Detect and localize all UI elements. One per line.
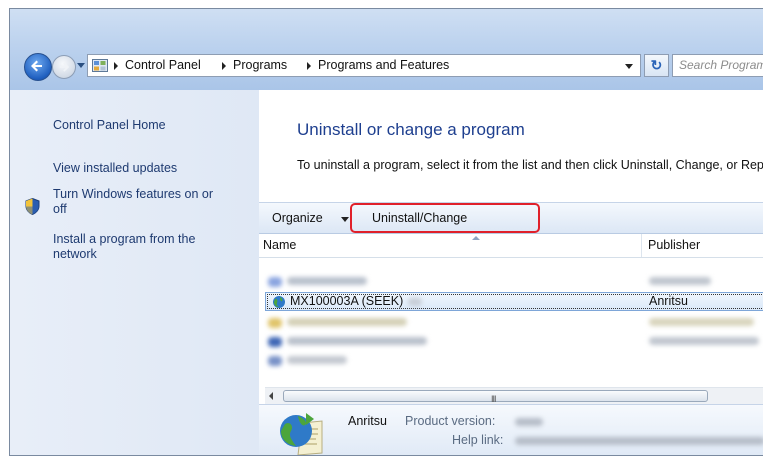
back-arrow-icon bbox=[31, 60, 42, 72]
uac-shield-icon bbox=[25, 198, 40, 215]
page-title: Uninstall or change a program bbox=[297, 120, 525, 139]
program-name bbox=[287, 337, 427, 345]
product-version-label: Product version: bbox=[405, 414, 496, 428]
breadcrumb-separator-icon[interactable] bbox=[307, 62, 311, 70]
forward-arrow-icon bbox=[59, 62, 70, 72]
install-from-network-line1: Install a program from the bbox=[53, 232, 196, 246]
organize-dropdown-icon[interactable] bbox=[341, 217, 349, 222]
install-from-network-link[interactable]: Install a program from the network bbox=[53, 232, 195, 262]
main-content: Uninstall or change a program To uninsta… bbox=[259, 90, 763, 455]
breadcrumb-programs-and-features[interactable]: Programs and Features bbox=[318, 58, 449, 72]
column-header-publisher[interactable]: Publisher bbox=[648, 238, 700, 252]
page-description: To uninstall a program, select it from t… bbox=[297, 158, 763, 172]
list-item[interactable] bbox=[259, 350, 763, 369]
window-chrome: Control Panel Programs Programs and Feat… bbox=[10, 9, 763, 90]
program-icon bbox=[268, 318, 282, 328]
address-dropdown-icon[interactable] bbox=[625, 64, 633, 69]
globe-program-icon bbox=[273, 296, 285, 308]
program-publisher bbox=[649, 337, 759, 345]
program-version bbox=[408, 298, 422, 306]
sort-ascending-icon bbox=[472, 236, 480, 240]
highlight-box bbox=[350, 203, 540, 233]
column-divider[interactable] bbox=[641, 234, 642, 257]
breadcrumb-separator-icon[interactable] bbox=[222, 62, 226, 70]
program-name bbox=[287, 277, 367, 285]
windows-features-link[interactable]: Turn Windows features on or off bbox=[53, 187, 213, 217]
breadcrumb-control-panel[interactable]: Control Panel bbox=[125, 58, 201, 72]
navigation-bar: Control Panel Programs Programs and Feat… bbox=[10, 51, 763, 85]
refresh-icon: ↻ bbox=[650, 57, 663, 73]
windows-features-line2: off bbox=[53, 202, 67, 216]
install-from-network-line2: network bbox=[53, 247, 97, 261]
program-publisher bbox=[649, 318, 754, 326]
list-item[interactable] bbox=[259, 331, 763, 350]
help-link-label: Help link: bbox=[452, 433, 504, 447]
program-name bbox=[287, 318, 407, 326]
horizontal-scrollbar[interactable]: III bbox=[265, 387, 763, 405]
scroll-left-icon[interactable] bbox=[269, 392, 273, 400]
help-link-value[interactable] bbox=[515, 437, 763, 445]
product-version-value bbox=[515, 418, 543, 426]
explorer-window: Control Panel Programs Programs and Feat… bbox=[9, 8, 763, 456]
selected-program-name: MX100003A (SEEK) bbox=[290, 294, 404, 308]
search-input[interactable]: Search Programs and Features bbox=[672, 54, 763, 77]
program-icon bbox=[268, 337, 282, 347]
forward-button[interactable] bbox=[52, 55, 76, 79]
selected-program-publisher: Anritsu bbox=[649, 294, 688, 308]
program-icon bbox=[268, 277, 282, 287]
program-name bbox=[287, 356, 347, 364]
breadcrumb-separator-icon[interactable] bbox=[114, 62, 118, 70]
selected-program-large-icon bbox=[280, 413, 323, 455]
program-publisher bbox=[649, 277, 711, 285]
list-header: Name Publisher bbox=[259, 234, 763, 258]
list-item[interactable] bbox=[259, 271, 763, 290]
windows-features-line1: Turn Windows features on or bbox=[53, 187, 214, 201]
address-bar[interactable]: Control Panel Programs Programs and Feat… bbox=[87, 54, 641, 77]
control-panel-icon bbox=[92, 59, 108, 72]
list-item[interactable] bbox=[259, 312, 763, 331]
tasks-pane: Control Panel Home View installed update… bbox=[10, 90, 259, 455]
control-panel-home-link[interactable]: Control Panel Home bbox=[53, 118, 166, 133]
details-publisher: Anritsu bbox=[348, 414, 387, 428]
column-header-name[interactable]: Name bbox=[263, 238, 296, 252]
recent-pages-dropdown[interactable] bbox=[77, 63, 85, 68]
refresh-button[interactable]: ↻ bbox=[644, 54, 669, 77]
details-pane: Anritsu Product version: Help link: bbox=[259, 404, 763, 455]
scrollbar-grip: III bbox=[491, 394, 496, 404]
back-button[interactable] bbox=[24, 53, 52, 81]
selected-list-item[interactable]: MX100003A (SEEK) Anritsu bbox=[265, 292, 763, 311]
scrollbar-thumb[interactable]: III bbox=[283, 390, 708, 404]
organize-button[interactable]: Organize bbox=[272, 211, 323, 225]
program-icon bbox=[268, 356, 282, 366]
view-installed-updates-link[interactable]: View installed updates bbox=[53, 161, 177, 176]
breadcrumb-programs[interactable]: Programs bbox=[233, 58, 287, 72]
